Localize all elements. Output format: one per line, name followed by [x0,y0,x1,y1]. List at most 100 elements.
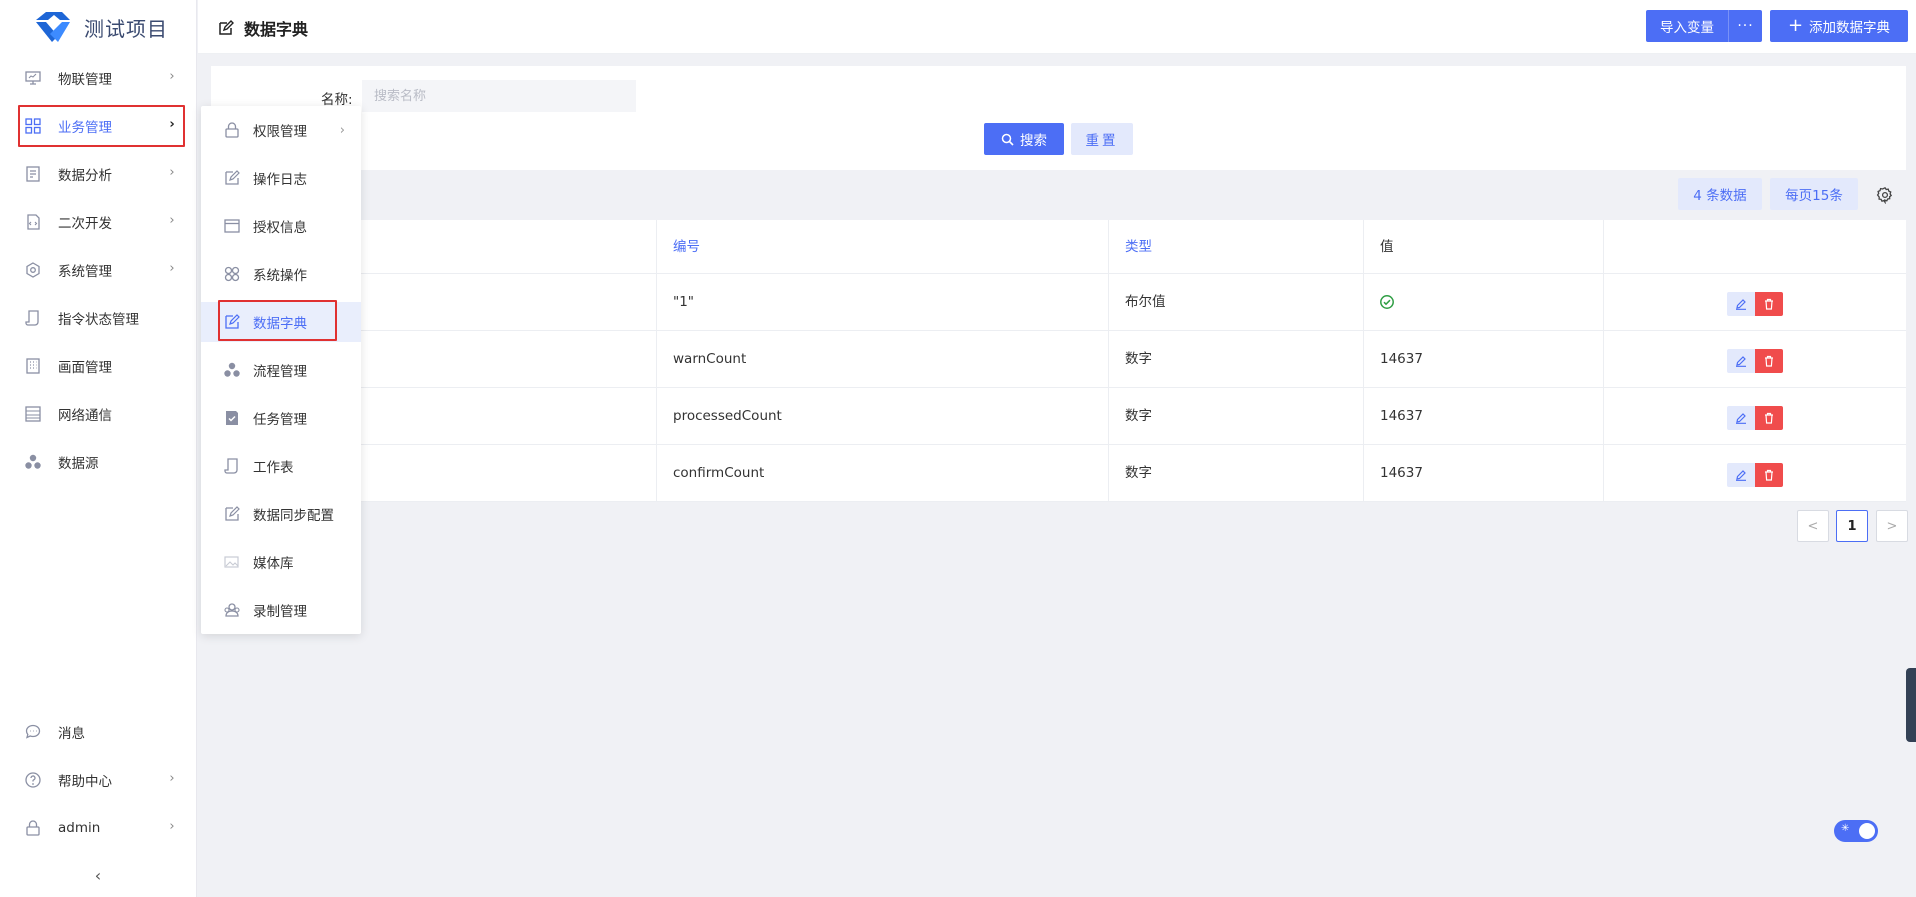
page-number-button[interactable]: 1 [1836,510,1868,542]
window-icon [223,217,241,235]
prev-page-button[interactable]: < [1797,510,1829,542]
delete-button[interactable] [1755,406,1783,430]
cell-value: 14637 [1380,408,1423,424]
submenu-item-data-sync[interactable]: 数据同步配置 [201,494,361,534]
cell-value: 14637 [1380,351,1423,367]
sidebar-item-system[interactable]: 系统管理 › [0,250,197,290]
lock-icon [24,819,42,837]
column-header-code[interactable]: 编号 [673,220,700,274]
more-options-button[interactable]: ··· [1728,10,1762,42]
sidebar-item-label: 帮助中心 [58,774,112,790]
submenu-item-worksheet[interactable]: 工作表 [201,446,361,486]
collapse-sidebar-button[interactable]: ‹ [90,868,106,884]
submenu-item-label: 工作表 [253,460,294,476]
edit-button[interactable] [1727,292,1755,316]
record-count-badge: 4 条数据 [1678,178,1762,210]
submenu-item-label: 数据同步配置 [253,508,334,524]
sidebar-item-iot[interactable]: 物联管理 › [0,58,197,98]
sidebar-item-help[interactable]: 帮助中心 › [0,760,197,800]
add-dictionary-button[interactable]: + 添加数据字典 [1770,10,1908,42]
list-icon [24,405,42,423]
delete-button[interactable] [1755,463,1783,487]
sidebar-item-analysis[interactable]: 数据分析 › [0,154,197,194]
sidebar-item-label: 系统管理 [58,264,112,280]
pencil-icon [1736,413,1746,424]
scroll-icon [24,309,42,327]
delete-button[interactable] [1755,292,1783,316]
table-row: processedCount 数字 14637 [211,388,1906,445]
sidebar-item-command-status[interactable]: 指令状态管理 [0,298,197,338]
next-page-button[interactable]: > [1876,510,1908,542]
submenu-item-media[interactable]: 媒体库 [201,542,361,582]
delete-button[interactable] [1755,349,1783,373]
sidebar-item-admin[interactable]: admin › [0,808,197,848]
image-icon [223,553,241,571]
highlight-box [218,300,337,341]
submenu-item-label: 任务管理 [253,412,307,428]
chat-icon [24,723,42,741]
cell-code: warnCount [673,351,747,367]
plus-icon: + [1787,15,1804,36]
trash-icon [1765,412,1773,424]
page-title: 数据字典 [218,16,308,40]
code-doc-icon [24,213,42,231]
logo-icon [36,12,70,42]
submenu-item-permissions[interactable]: 权限管理 › [201,110,361,150]
sidebar-item-label: 数据源 [58,456,99,472]
edit-button[interactable] [1727,406,1755,430]
submenu-item-system-ops[interactable]: 系统操作 [201,254,361,294]
side-panel-handle[interactable] [1906,668,1916,742]
page-title-text: 数据字典 [244,20,309,39]
sidebar-item-label: 画面管理 [58,360,112,376]
search-button[interactable]: 搜索 [984,123,1064,155]
submenu-item-label: 系统操作 [253,268,307,284]
column-settings-icon[interactable] [1876,186,1894,204]
submenu-item-operation-log[interactable]: 操作日志 [201,158,361,198]
column-header-type[interactable]: 类型 [1125,220,1152,274]
page-size-selector[interactable]: 每页15条 [1770,178,1858,210]
name-search-input[interactable] [362,80,636,112]
submenu-item-tasks[interactable]: 任务管理 [201,398,361,438]
topbar: 数据字典 导入变量 ··· + 添加数据字典 [198,0,1916,54]
sidebar-item-label: 数据分析 [58,168,112,184]
reset-button[interactable]: 重置 [1071,123,1133,155]
submenu-item-license[interactable]: 授权信息 [201,206,361,246]
sidebar-item-label: admin [58,820,101,836]
table-row: "1" 布尔值 [211,274,1906,331]
sidebar-item-dev[interactable]: 二次开发 › [0,202,197,242]
edit-button[interactable] [1727,349,1755,373]
edit-doc-icon [223,169,241,187]
import-variables-button[interactable]: 导入变量 ··· [1646,10,1762,42]
submenu-item-label: 媒体库 [253,556,294,572]
report-icon [24,165,42,183]
edit-doc-icon [219,20,234,35]
building-icon [24,357,42,375]
chevron-right-icon: › [339,122,345,138]
users-icon [223,601,241,619]
sidebar-item-label: 物联管理 [58,72,112,88]
chevron-right-icon: › [169,819,175,834]
submenu-item-process[interactable]: 流程管理 [201,350,361,390]
sidebar-item-network[interactable]: 网络通信 [0,394,197,434]
sidebar-item-screen[interactable]: 画面管理 [0,346,197,386]
app-title: 测试项目 [84,16,168,41]
name-filter-label: 名称: [321,92,353,108]
theme-toggle[interactable]: ✳ [1834,820,1878,842]
toggle-knob [1859,823,1875,839]
cell-code: confirmCount [673,465,765,481]
business-submenu: 权限管理 › 操作日志 授权信息 系统操作 数据字典 流程管理 任务管理 工作表… [201,106,361,634]
edit-button[interactable] [1727,463,1755,487]
submenu-item-label: 权限管理 [253,124,307,140]
submenu-item-recording[interactable]: 录制管理 [201,590,361,630]
chevron-right-icon: › [169,261,175,276]
circles-icon [223,265,241,283]
task-check-icon [223,409,241,427]
scroll-icon [223,457,241,475]
submenu-item-label: 授权信息 [253,220,307,236]
cell-type: 数字 [1125,465,1152,481]
sidebar-item-messages[interactable]: 消息 [0,712,197,752]
sidebar-item-datasource[interactable]: 数据源 [0,442,197,482]
chevron-right-icon: › [169,165,175,180]
cell-type: 数字 [1125,351,1152,367]
app-logo[interactable]: 测试项目 [0,0,196,54]
